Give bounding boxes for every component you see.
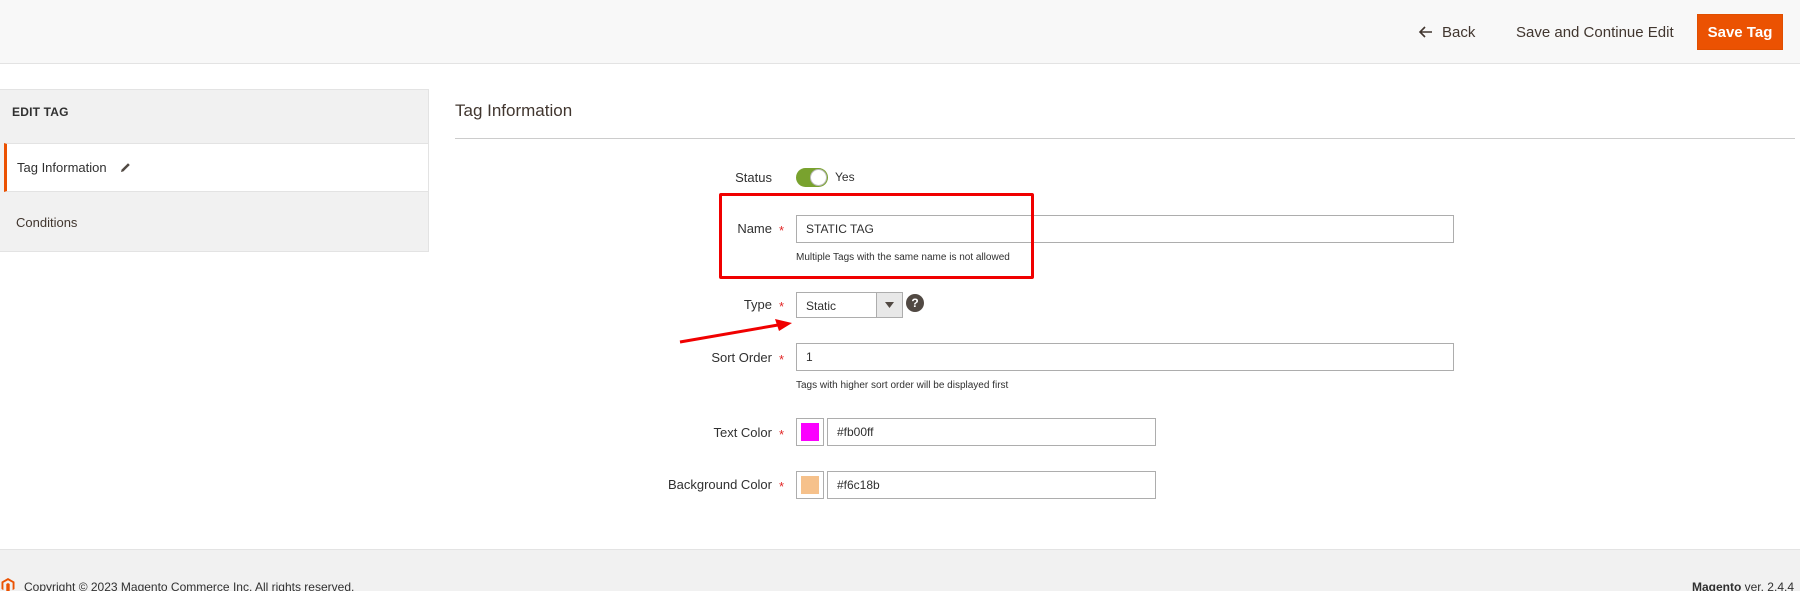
type-select-value: Static	[806, 299, 837, 313]
save-and-continue-button[interactable]: Save and Continue Edit	[1516, 18, 1674, 46]
sidebar-item-conditions[interactable]: Conditions	[0, 193, 428, 251]
background-color-swatch-fill	[801, 476, 819, 494]
section-title: Tag Information	[455, 101, 573, 120]
copyright-text: Copyright © 2023 Magento Commerce Inc. A…	[24, 580, 355, 591]
version-number: ver. 2.4.4	[1741, 580, 1794, 591]
background-color-swatch[interactable]	[796, 471, 824, 499]
brand-name: Magento	[1691, 580, 1742, 591]
save-tag-button[interactable]: Save Tag	[1697, 14, 1783, 50]
version-text: Magento ver. 2.4.4	[1692, 580, 1794, 591]
sidebar-tabs: EDIT TAG Tag Information Conditions	[0, 89, 429, 252]
status-label: Status	[735, 170, 772, 185]
sidebar-title: EDIT TAG	[12, 105, 69, 119]
text-color-swatch-fill	[801, 423, 819, 441]
pencil-icon	[120, 163, 130, 172]
sidebar-item-label: Tag Information	[17, 160, 107, 175]
sort-order-label: Sort Order	[711, 350, 772, 365]
background-color-input[interactable]: #f6c18b	[827, 471, 1156, 499]
page-actions-bar: Back Save and Continue Edit Save Tag	[0, 0, 1800, 64]
sort-order-note: Tags with higher sort order will be disp…	[796, 380, 1009, 391]
type-label: Type	[743, 297, 772, 312]
caret-down-icon	[876, 293, 902, 317]
status-toggle[interactable]	[796, 168, 828, 187]
required-asterisk: *	[779, 299, 785, 314]
sort-order-input[interactable]: 1	[796, 343, 1454, 371]
back-button[interactable]: Back	[1418, 18, 1475, 46]
background-color-label: Background Color	[667, 477, 772, 492]
type-select[interactable]: Static	[796, 292, 903, 318]
toggle-knob	[810, 169, 827, 186]
text-color-input[interactable]: #fb00ff	[827, 418, 1156, 446]
text-color-label: Text Color	[713, 425, 772, 440]
annotation-arrow	[679, 319, 792, 344]
required-asterisk: *	[779, 479, 785, 494]
text-color-swatch[interactable]	[796, 418, 824, 446]
annotation-highlight-box	[719, 193, 1034, 279]
help-icon[interactable]: ?	[906, 294, 924, 312]
required-asterisk: *	[779, 352, 785, 367]
status-value: Yes	[835, 170, 855, 184]
magento-logo-icon	[1, 578, 15, 591]
sidebar-item-tag-information[interactable]: Tag Information	[4, 143, 428, 192]
arrow-left-icon	[1418, 26, 1432, 38]
back-label: Back	[1442, 23, 1476, 41]
footer: Copyright © 2023 Magento Commerce Inc. A…	[0, 549, 1800, 591]
required-asterisk: *	[779, 427, 785, 442]
section-divider	[455, 138, 1795, 139]
